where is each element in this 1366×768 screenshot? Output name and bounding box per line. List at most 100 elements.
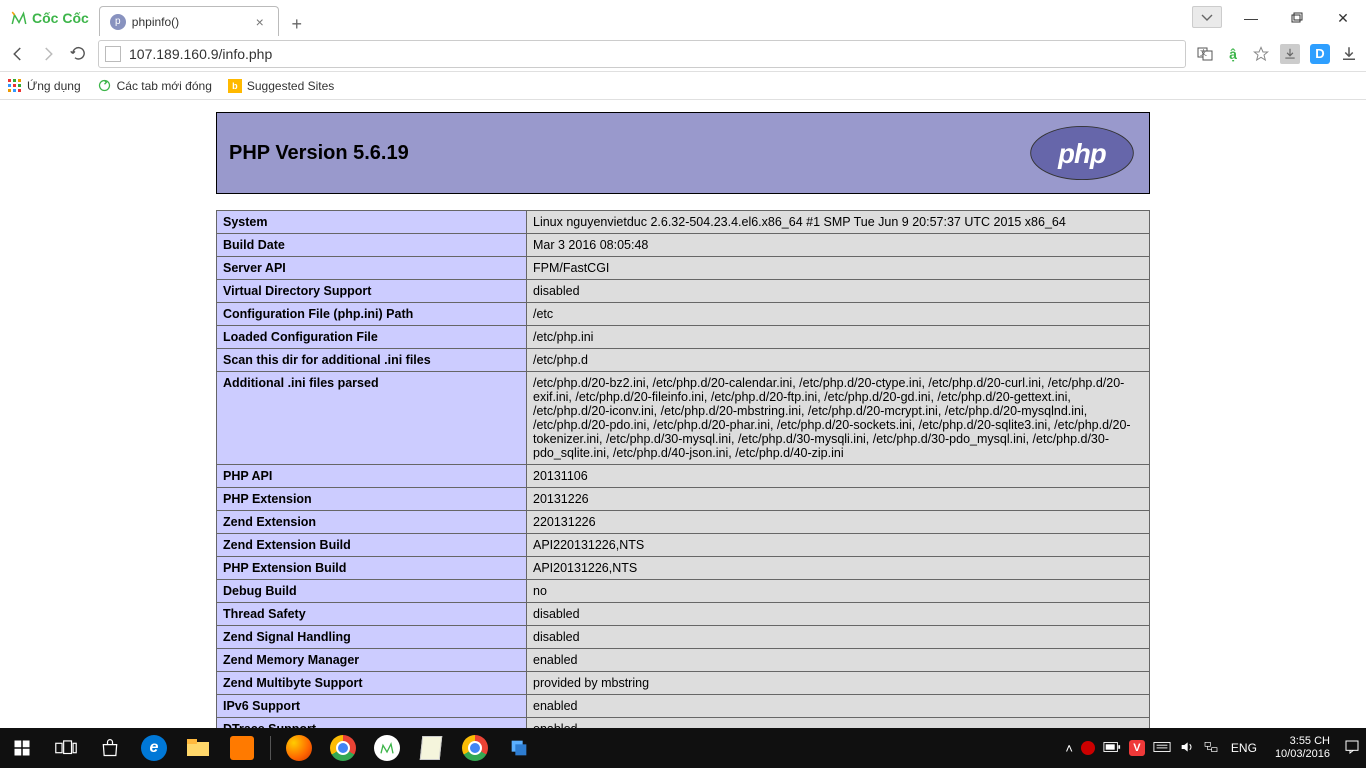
phpinfo-table: SystemLinux nguyenvietduc 2.6.32-504.23.… xyxy=(216,210,1150,728)
browser-logo-text: Cốc Cốc xyxy=(32,10,89,26)
info-value: disabled xyxy=(527,626,1150,649)
window-close-button[interactable]: ✕ xyxy=(1320,0,1366,36)
tray-battery-icon[interactable] xyxy=(1103,741,1121,756)
info-value: /etc xyxy=(527,303,1150,326)
info-value: API220131226,NTS xyxy=(527,534,1150,557)
tray-keyboard-icon[interactable] xyxy=(1153,741,1171,756)
info-value: disabled xyxy=(527,280,1150,303)
info-key: Loaded Configuration File xyxy=(217,326,527,349)
start-button[interactable] xyxy=(0,728,44,768)
table-row: Virtual Directory Supportdisabled xyxy=(217,280,1150,303)
table-row: PHP Extension20131226 xyxy=(217,488,1150,511)
info-value: enabled xyxy=(527,718,1150,729)
php-logo-text: php xyxy=(1057,138,1106,169)
address-bar[interactable] xyxy=(98,40,1186,68)
tab-tray-button[interactable] xyxy=(1192,6,1222,28)
tray-volume-icon[interactable] xyxy=(1179,739,1195,758)
table-row: Server APIFPM/FastCGI xyxy=(217,257,1150,280)
bing-icon: b xyxy=(228,79,242,93)
chrome-button-2[interactable] xyxy=(453,728,497,768)
table-row: Loaded Configuration File/etc/php.ini xyxy=(217,326,1150,349)
adblock-icon[interactable]: ậ xyxy=(1224,45,1242,63)
clock-time: 3:55 CH xyxy=(1290,735,1330,748)
translate-icon[interactable]: 文 xyxy=(1196,45,1214,63)
tray-up-icon[interactable]: ˄ xyxy=(1065,741,1073,756)
taskview-button[interactable] xyxy=(44,728,88,768)
table-row: PHP API20131106 xyxy=(217,465,1150,488)
star-icon[interactable] xyxy=(1252,45,1270,63)
window-minimize-button[interactable]: — xyxy=(1228,0,1274,36)
app-button-2[interactable] xyxy=(497,728,541,768)
download-icon[interactable] xyxy=(1340,45,1358,63)
bookmark-recent-label: Các tab mới đóng xyxy=(117,79,212,93)
edge-button[interactable]: e xyxy=(132,728,176,768)
info-value: Mar 3 2016 08:05:48 xyxy=(527,234,1150,257)
info-value: /etc/php.d xyxy=(527,349,1150,372)
bookmark-apps[interactable]: Ứng dụng xyxy=(8,79,81,93)
table-row: Debug Buildno xyxy=(217,580,1150,603)
info-key: Zend Memory Manager xyxy=(217,649,527,672)
new-tab-button[interactable]: + xyxy=(283,12,311,36)
taskbar-clock[interactable]: 3:55 CH 10/03/2016 xyxy=(1269,735,1336,761)
table-row: Zend Memory Managerenabled xyxy=(217,649,1150,672)
phpinfo-title: PHP Version 5.6.19 xyxy=(229,142,409,165)
clock-date: 10/03/2016 xyxy=(1275,748,1330,761)
info-key: Scan this dir for additional .ini files xyxy=(217,349,527,372)
tray-network-icon[interactable] xyxy=(1203,739,1219,758)
table-row: Zend Extension220131226 xyxy=(217,511,1150,534)
info-key: Zend Extension Build xyxy=(217,534,527,557)
svg-text:文: 文 xyxy=(1200,48,1207,57)
language-indicator[interactable]: ENG xyxy=(1227,741,1261,755)
url-input[interactable] xyxy=(127,45,1179,63)
info-key: PHP Extension Build xyxy=(217,557,527,580)
chrome-button-1[interactable] xyxy=(321,728,365,768)
action-center-icon[interactable] xyxy=(1344,739,1360,758)
bookmark-suggested-label: Suggested Sites xyxy=(247,79,334,93)
table-row: Zend Multibyte Supportprovided by mbstri… xyxy=(217,672,1150,695)
tab-phpinfo[interactable]: p phpinfo() × xyxy=(99,6,279,36)
firefox-button[interactable] xyxy=(277,728,321,768)
coccoc-taskbar-button[interactable] xyxy=(365,728,409,768)
info-key: Server API xyxy=(217,257,527,280)
info-value: /etc/php.ini xyxy=(527,326,1150,349)
phpinfo-header: PHP Version 5.6.19 php xyxy=(216,112,1150,194)
coccoc-icon xyxy=(10,9,28,27)
table-row: IPv6 Supportenabled xyxy=(217,695,1150,718)
window-maximize-button[interactable] xyxy=(1274,0,1320,36)
notepad-button[interactable] xyxy=(409,728,453,768)
table-row: Scan this dir for additional .ini files/… xyxy=(217,349,1150,372)
table-row: Zend Extension BuildAPI220131226,NTS xyxy=(217,534,1150,557)
info-value: 20131106 xyxy=(527,465,1150,488)
info-key: PHP API xyxy=(217,465,527,488)
nav-reload-button[interactable] xyxy=(68,44,88,64)
info-key: Thread Safety xyxy=(217,603,527,626)
info-key: Zend Extension xyxy=(217,511,527,534)
info-value: /etc/php.d/20-bz2.ini, /etc/php.d/20-cal… xyxy=(527,372,1150,465)
bookmark-apps-label: Ứng dụng xyxy=(27,79,81,93)
tab-favicon: p xyxy=(110,14,126,30)
browser-logo: Cốc Cốc xyxy=(0,0,99,36)
explorer-button[interactable] xyxy=(176,728,220,768)
window-controls: — ✕ xyxy=(1192,0,1366,36)
tray-app-icon-1[interactable] xyxy=(1081,741,1095,755)
download-arrow-icon[interactable] xyxy=(1280,44,1300,64)
app-button-1[interactable] xyxy=(220,728,264,768)
tab-close-button[interactable]: × xyxy=(252,14,268,30)
bookmark-suggested-sites[interactable]: b Suggested Sites xyxy=(228,79,334,93)
table-row: DTrace Supportenabled xyxy=(217,718,1150,729)
nav-back-button[interactable] xyxy=(8,44,28,64)
info-value: 220131226 xyxy=(527,511,1150,534)
table-row: Zend Signal Handlingdisabled xyxy=(217,626,1150,649)
nav-forward-button[interactable] xyxy=(38,44,58,64)
page-viewport[interactable]: PHP Version 5.6.19 php SystemLinux nguye… xyxy=(0,100,1366,728)
tray-vivaldi-icon[interactable]: V xyxy=(1129,740,1145,756)
table-row: Build DateMar 3 2016 08:05:48 xyxy=(217,234,1150,257)
store-button[interactable] xyxy=(88,728,132,768)
windows-taskbar: e ˄ V ENG 3:55 CH 10/03/2016 xyxy=(0,728,1366,768)
info-key: Debug Build xyxy=(217,580,527,603)
taskbar-divider xyxy=(270,736,271,760)
info-value: enabled xyxy=(527,695,1150,718)
disqus-extension-icon[interactable]: D xyxy=(1310,44,1330,64)
table-row: Configuration File (php.ini) Path/etc xyxy=(217,303,1150,326)
bookmark-recent-tabs[interactable]: Các tab mới đóng xyxy=(97,78,212,93)
